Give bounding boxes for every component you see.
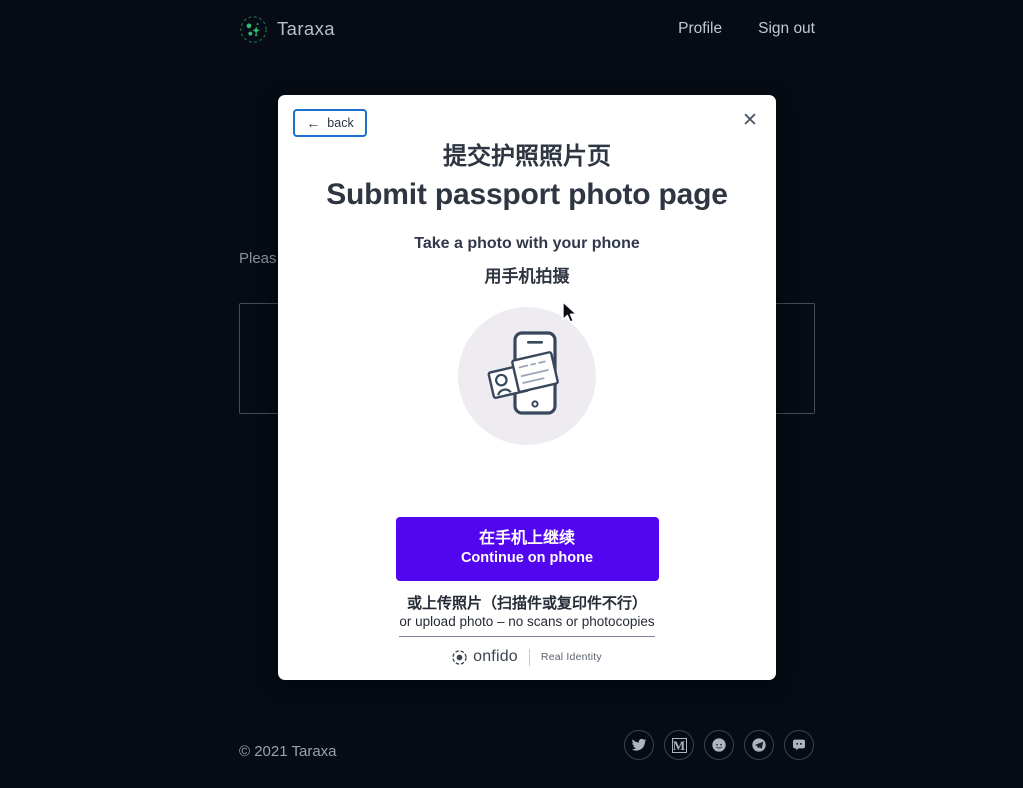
footer-divider xyxy=(528,648,530,666)
modal-body: 提交护照照片页 Submit passport photo page Take … xyxy=(278,95,776,445)
modal-title-english: Submit passport photo page xyxy=(326,178,728,211)
modal-title-chinese: 提交护照照片页 xyxy=(443,142,611,170)
onfido-footer: onfido Real Identity xyxy=(278,648,776,666)
onfido-lockup: onfido xyxy=(452,648,518,666)
continue-on-phone-button[interactable]: 在手机上继续 Continue on phone xyxy=(395,517,659,581)
modal-actions: 在手机上继续 Continue on phone 或上传照片（扫描件或复印件不行… xyxy=(278,517,776,637)
upload-link-label-english: or upload photo – no scans or photocopie… xyxy=(399,614,655,630)
modal-subtitle-chinese: 用手机拍摄 xyxy=(484,267,570,287)
onfido-logo-icon xyxy=(452,649,467,665)
upload-link-label-chinese: 或上传照片（扫描件或复印件不行） xyxy=(406,593,647,612)
continue-button-label-english: Continue on phone xyxy=(460,550,594,566)
illustration-wrapper xyxy=(278,307,776,445)
upload-photo-link[interactable]: 或上传照片（扫描件或复印件不行） or upload photo – no sc… xyxy=(399,593,655,637)
onfido-tagline: Real Identity xyxy=(540,651,602,663)
illustration-circle-background xyxy=(458,307,596,445)
modal-overlay: ← back ✕ 提交护照照片页 Submit passport photo p… xyxy=(0,0,1023,788)
onfido-brand-name: onfido xyxy=(473,648,518,665)
modal-subtitle-english: Take a photo with your phone xyxy=(414,235,640,252)
continue-button-label-chinese: 在手机上继续 xyxy=(478,528,575,547)
phone-with-document-icon xyxy=(487,331,559,415)
onfido-submit-passport-modal: ← back ✕ 提交护照照片页 Submit passport photo p… xyxy=(278,95,776,680)
